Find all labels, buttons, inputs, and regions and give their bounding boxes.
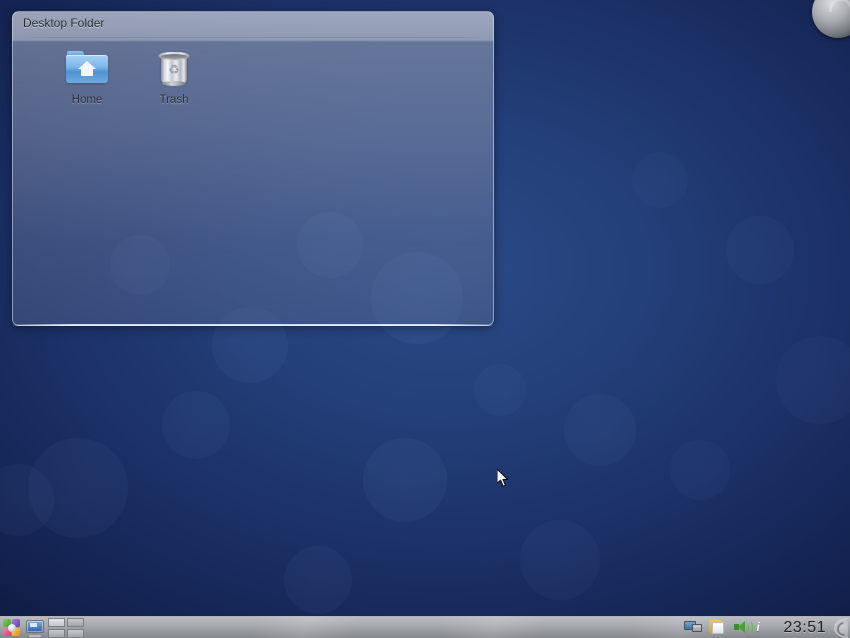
bokeh-circle [28,438,128,538]
bokeh-circle [520,520,600,600]
tasks-area[interactable] [84,617,684,638]
system-tray: i 23:51 [684,617,850,638]
header-divider [21,37,485,38]
desktop-icon-trash[interactable]: ♻ Trash [134,44,214,107]
bokeh-circle [0,464,54,536]
trash-bin-icon: ♻ [150,44,198,90]
bokeh-circle [284,546,352,614]
desktop-icon-home[interactable]: Home [47,44,127,107]
panel-toolbox-cashew[interactable] [832,617,848,638]
desktop-folder-title: Desktop Folder [23,16,105,30]
digital-clock[interactable]: 23:51 [780,618,828,638]
tray-klipper-clipboard[interactable] [708,618,728,638]
tray-notifications[interactable]: i [756,618,776,638]
show-desktop-button[interactable] [25,618,45,638]
bokeh-circle [564,394,636,466]
bokeh-circle [670,440,730,500]
application-launcher-button[interactable] [2,618,22,638]
desktop-root[interactable]: Desktop Folder Home ♻ Trash i 23:51 [0,0,850,638]
bokeh-circle [363,438,447,522]
bokeh-circle [726,216,794,284]
taskbar-panel[interactable]: i 23:51 [0,616,850,638]
virtual-desktop-pager[interactable] [48,617,84,638]
pager-desktop-3[interactable] [48,628,65,638]
bokeh-circle [162,391,230,459]
home-folder-icon [63,44,111,90]
tray-display-configuration[interactable] [684,618,704,638]
pager-desktop-2[interactable] [67,617,84,627]
bokeh-circle [776,336,850,424]
bokeh-circle [474,364,526,416]
desktop-icon-label: Trash [159,94,189,106]
desktop-folder-widget[interactable]: Desktop Folder Home ♻ Trash [12,11,494,326]
mouse-cursor [497,469,509,487]
panel-left-group [0,617,84,638]
desktop-icon-label: Home [71,94,103,106]
bokeh-circle [632,152,688,208]
cashew-swirl-icon [824,0,850,27]
tray-volume-control[interactable] [732,618,754,638]
pager-desktop-1[interactable] [48,617,65,627]
desktop-folder-header: Desktop Folder [13,12,493,36]
desktop-toolbox-cashew[interactable] [812,0,850,38]
pager-desktop-4[interactable] [67,628,84,638]
desktop-folder-icon-grid[interactable]: Home ♻ Trash [23,44,485,319]
